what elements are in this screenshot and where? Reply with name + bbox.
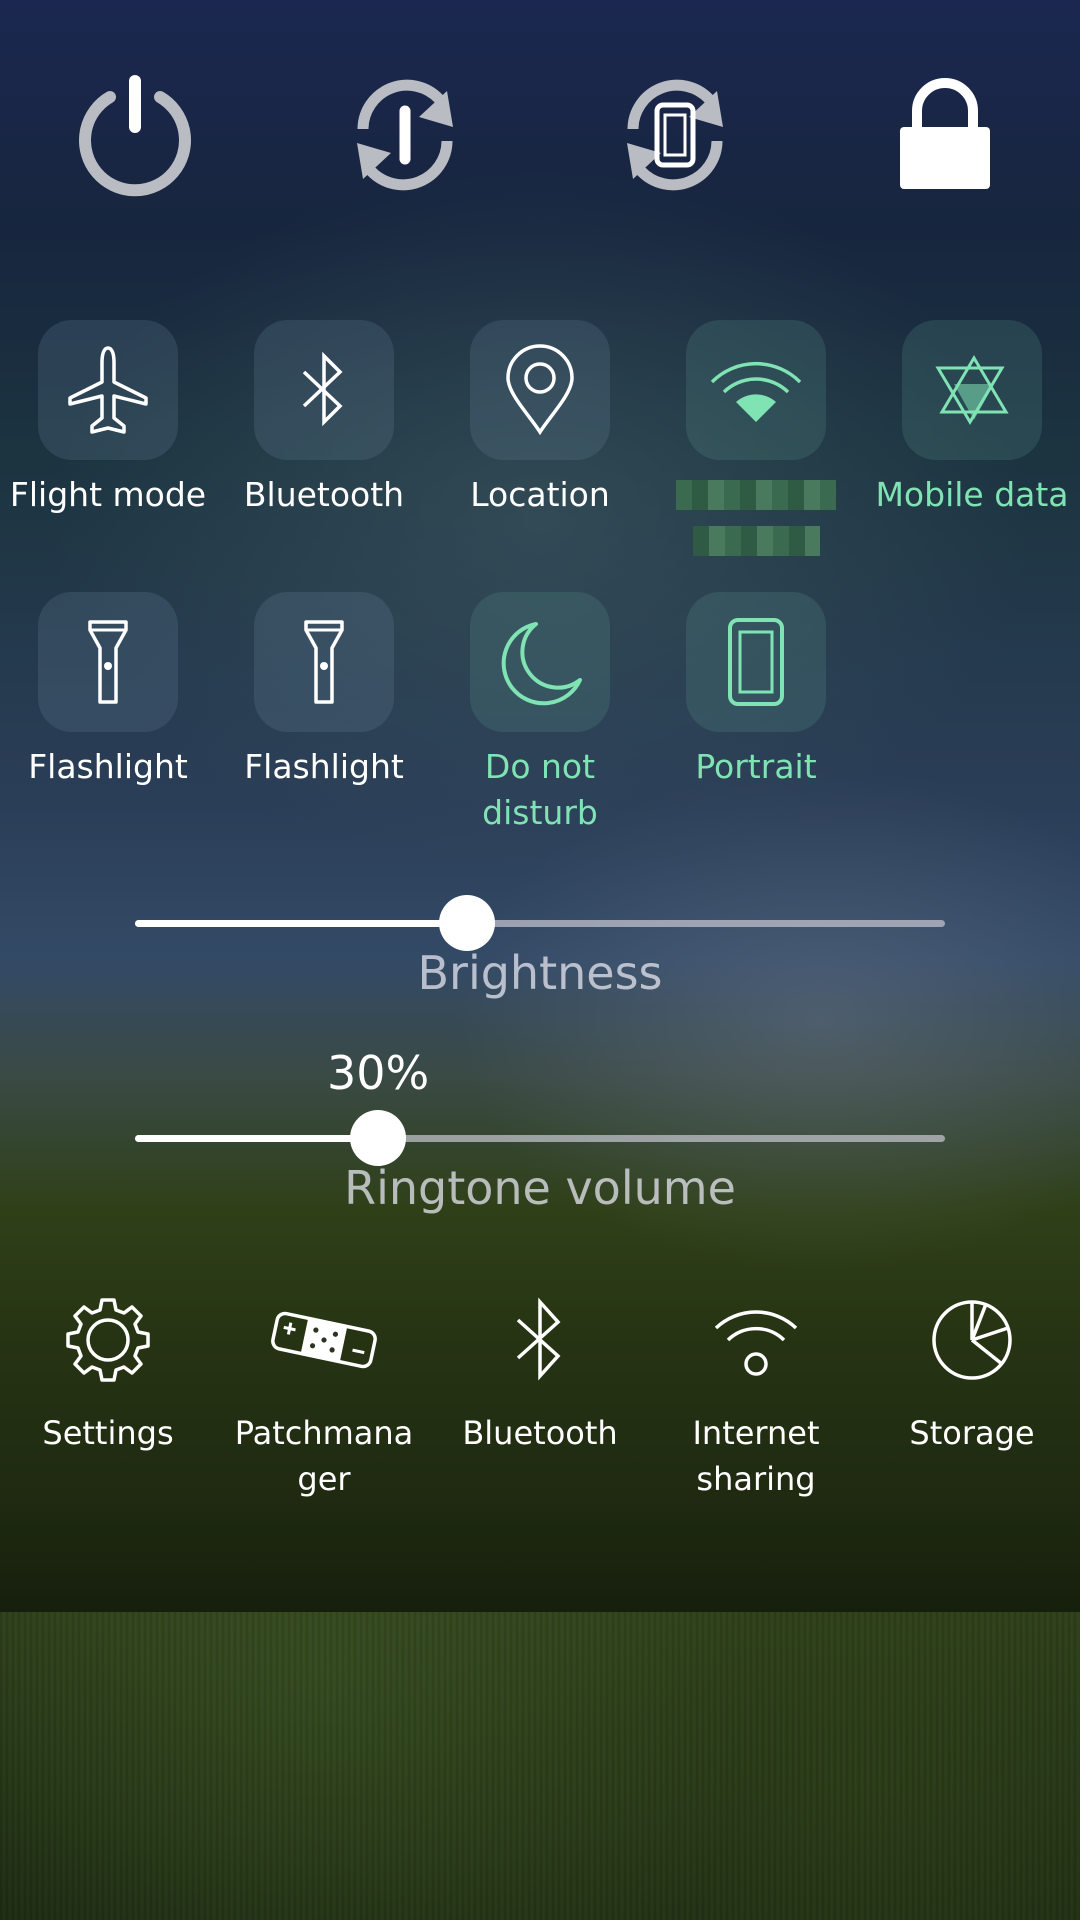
toggle-mobile-data[interactable]: Mobile data	[864, 320, 1080, 518]
shortcut-bluetooth[interactable]: Bluetooth	[432, 1290, 648, 1456]
lock-icon	[900, 78, 990, 189]
toggle-label: Portrait	[695, 747, 817, 786]
power-icon	[79, 75, 191, 197]
reboot-button[interactable]	[330, 60, 480, 210]
toggle-label: Flashlight	[28, 747, 188, 786]
ringtone-volume-slider[interactable]	[135, 1108, 945, 1168]
restart-phone-icon	[627, 79, 723, 191]
redacted-network-name	[676, 480, 836, 556]
toggle-label: Mobile data	[875, 475, 1069, 514]
wifi-icon	[710, 362, 802, 422]
toggle-bluetooth[interactable]: Bluetooth	[216, 320, 432, 518]
pie-chart-icon	[932, 1300, 1012, 1380]
toggle-box	[470, 320, 610, 460]
flashlight-icon	[88, 620, 128, 704]
portrait-orientation-icon	[728, 618, 784, 706]
slider-knob[interactable]	[439, 895, 495, 951]
shortcut-label: Bluetooth	[462, 1414, 618, 1452]
toggle-box	[902, 320, 1042, 460]
toggle-box	[38, 592, 178, 732]
reboot-icon	[357, 79, 453, 191]
power-off-button[interactable]	[60, 60, 210, 210]
toggle-box	[254, 320, 394, 460]
shortcut-patchmanager[interactable]: Patchmanager	[216, 1290, 432, 1502]
shortcut-internet-sharing[interactable]: Internet sharing	[648, 1290, 864, 1502]
toggle-flashlight[interactable]: Flashlight	[216, 592, 432, 790]
toggle-label: Flight mode	[9, 475, 207, 514]
toggle-do-not-disturb[interactable]: Do not disturb	[432, 592, 648, 836]
toggle-box	[254, 592, 394, 732]
mobile-data-icon	[935, 355, 1009, 425]
power-actions-row	[0, 60, 1080, 210]
gear-icon	[66, 1298, 150, 1382]
shortcut-label: Patchmanager	[234, 1414, 414, 1498]
brightness-label: Brightness	[417, 946, 663, 1000]
toggle-wifi[interactable]	[648, 320, 864, 556]
brightness-slider[interactable]	[135, 893, 945, 953]
toggle-label: Location	[470, 475, 610, 514]
hotspot-icon	[714, 1310, 798, 1376]
location-pin-icon	[506, 344, 574, 436]
toggle-box	[38, 320, 178, 460]
shortcut-settings[interactable]: Settings	[0, 1290, 216, 1456]
restart-ui-button[interactable]	[600, 60, 750, 210]
wallpaper-grass	[0, 1612, 1080, 1920]
toggle-box	[686, 592, 826, 732]
slider-fill	[135, 920, 467, 927]
moon-icon	[501, 622, 582, 706]
shortcut-label: Settings	[42, 1414, 174, 1452]
toggle-label: Flashlight	[244, 747, 404, 786]
toggle-location[interactable]: Location	[432, 320, 648, 518]
airplane-icon	[68, 346, 148, 434]
shortcut-label: Internet sharing	[692, 1414, 820, 1498]
lock-button[interactable]	[870, 60, 1020, 210]
toggle-flashlight[interactable]: Flashlight	[0, 592, 216, 790]
slider-fill	[135, 1135, 378, 1142]
ringtone-volume-value: 30%	[327, 1046, 430, 1100]
bluetooth-icon	[302, 351, 343, 427]
toggle-flight-mode[interactable]: Flight mode	[0, 320, 216, 518]
toggle-label: Bluetooth	[243, 475, 405, 514]
toggle-box	[470, 592, 610, 732]
toggle-label: Do not disturb	[482, 747, 598, 832]
slider-knob[interactable]	[350, 1110, 406, 1166]
bluetooth-icon	[516, 1297, 561, 1381]
flashlight-icon	[304, 620, 344, 704]
toggle-portrait[interactable]: Portrait	[648, 592, 864, 790]
shortcut-storage[interactable]: Storage	[864, 1290, 1080, 1456]
ringtone-volume-label: Ringtone volume	[344, 1161, 736, 1215]
toggle-box	[686, 320, 826, 460]
bandage-icon	[271, 1311, 377, 1369]
shortcut-label: Storage	[909, 1414, 1035, 1452]
